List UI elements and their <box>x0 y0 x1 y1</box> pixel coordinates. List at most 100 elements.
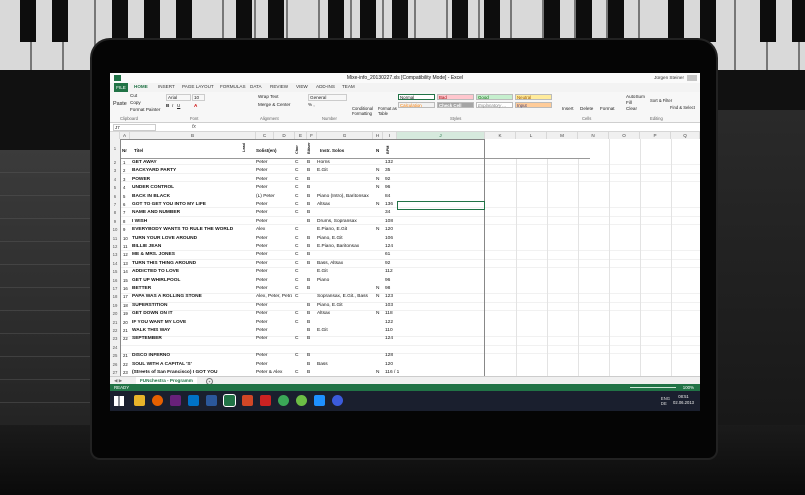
cell-bpm[interactable]: 128 <box>385 352 399 361</box>
cell-choir[interactable]: C <box>295 251 301 260</box>
cell-soloist[interactable]: Peter <box>256 361 292 370</box>
cell-title[interactable]: POWER <box>132 176 252 185</box>
cell-title[interactable]: PAPA WAS A ROLLING STONE <box>132 293 252 302</box>
row-header[interactable]: 11 <box>110 236 120 241</box>
cell-bpm[interactable]: 122 <box>385 319 399 328</box>
row-header[interactable]: 25 <box>110 353 120 358</box>
row-header[interactable]: 16 <box>110 278 120 283</box>
blue-app-icon[interactable] <box>332 395 343 406</box>
style-neutral[interactable]: Neutral <box>515 94 552 100</box>
col-header-c[interactable]: C <box>256 132 274 139</box>
cell-number[interactable]: 2 <box>123 167 129 176</box>
cell-number[interactable]: 18 <box>123 302 129 311</box>
delete-cells-button[interactable]: Delete <box>580 106 593 111</box>
merge-center-button[interactable]: Merge & Center <box>258 102 290 107</box>
cell-soloist[interactable]: Peter <box>256 218 292 227</box>
row-header[interactable]: 20 <box>110 311 120 316</box>
cell-soloist[interactable]: Peter <box>256 327 292 336</box>
table-row[interactable]: 23 (Streets of San Francisco) I GOT YOU Pe… <box>120 369 590 378</box>
row-header[interactable]: 4 <box>110 177 120 182</box>
cell-choir[interactable]: C <box>295 226 301 235</box>
autosum-button[interactable]: AutoSum <box>626 94 645 99</box>
tab-file[interactable]: FILE <box>114 83 128 92</box>
table-row[interactable]: 21 WALK THIS WAY Peter B E.Git 110 <box>120 327 590 336</box>
cell-number[interactable]: 20 <box>123 319 129 328</box>
cell-brass[interactable]: B <box>307 327 313 336</box>
cell-title[interactable]: DISCO INFERNO <box>132 352 252 361</box>
row-header[interactable]: 14 <box>110 261 120 266</box>
cell-brass[interactable]: B <box>307 193 313 202</box>
row-header[interactable]: 9 <box>110 219 120 224</box>
cell-bpm[interactable]: 120 <box>385 226 399 235</box>
cell-bpm[interactable]: 120 <box>385 361 399 370</box>
cell-choir[interactable]: C <box>295 335 301 344</box>
cell-bpm[interactable]: 108 <box>385 218 399 227</box>
style-check-cell[interactable]: Check Cell <box>437 102 474 108</box>
cell-bpm[interactable]: 35 <box>385 167 399 176</box>
row-header[interactable]: 3 <box>110 168 120 173</box>
percent-icon[interactable]: % , <box>308 102 315 107</box>
cell-instr-solos[interactable]: Sopransax, E.Git., Bass <box>317 293 373 302</box>
format-cells-button[interactable]: Format <box>600 106 615 111</box>
col-header-g[interactable]: G <box>317 132 373 139</box>
cell-instr-solos[interactable]: Piano, E.Git <box>317 302 373 311</box>
cell-title[interactable]: ME & MRS. JONES <box>132 251 252 260</box>
cell-brass[interactable]: B <box>307 235 313 244</box>
excel-taskbar-icon[interactable] <box>223 394 236 407</box>
cell-soloist[interactable]: Peter <box>256 184 292 193</box>
cell-instr-solos[interactable]: Piano, E.Git <box>317 235 373 244</box>
cell-n[interactable]: N <box>376 285 382 294</box>
cell-choir[interactable]: C <box>295 193 301 202</box>
table-row[interactable]: 9 EVERYBODY WANTS TO RULE THE WORLD Alex C E… <box>120 226 590 235</box>
cell-soloist[interactable]: Peter <box>256 260 292 269</box>
visual-studio-icon[interactable] <box>170 395 181 406</box>
table-row[interactable]: 10 TURN YOUR LOVE AROUND Peter C B Piano, E.G… <box>120 235 590 244</box>
table-row[interactable]: 14 ADDICTED TO LOVE Peter C E.Git 112 <box>120 268 590 277</box>
cell-number[interactable]: 11 <box>123 243 129 252</box>
cell-choir[interactable]: C <box>295 352 301 361</box>
table-row[interactable]: 8I WISH Peter B Drums, Sopransax 108 <box>120 218 590 227</box>
row-header[interactable]: 15 <box>110 269 120 274</box>
cell-number[interactable]: 21 <box>123 327 129 336</box>
cell-number[interactable]: 7 <box>123 209 129 218</box>
col-header-b[interactable]: B <box>130 132 256 139</box>
cell-title[interactable]: TURN YOUR LOVE AROUND <box>132 235 252 244</box>
tab-formulas[interactable]: FORMULAS <box>220 84 246 89</box>
cell-title[interactable]: GET UP WHIRLPOOL <box>132 277 252 286</box>
cell-bpm[interactable]: 110 <box>385 327 399 336</box>
font-color-icon[interactable]: A <box>194 103 197 108</box>
cell-soloist[interactable]: Peter <box>256 335 292 344</box>
cell-number[interactable]: 19 <box>123 310 129 319</box>
cell-bpm[interactable]: 123 <box>385 293 399 302</box>
cell-choir[interactable]: C <box>295 201 301 210</box>
cell-number[interactable]: 22 <box>123 361 129 370</box>
cell-soloist[interactable]: Peter <box>256 176 292 185</box>
cell-brass[interactable]: B <box>307 243 313 252</box>
cell-brass[interactable]: B <box>307 335 313 344</box>
cell-soloist[interactable]: Peter <box>256 285 292 294</box>
cell-number[interactable]: 6 <box>123 201 129 210</box>
cell-number[interactable]: 5 <box>123 193 129 202</box>
cell-n[interactable]: N <box>376 293 382 302</box>
tab-team[interactable]: TEAM <box>342 84 355 89</box>
cell-title[interactable]: SOUL WITH A CAPITAL 'S' <box>132 361 252 370</box>
tab-view[interactable]: VIEW <box>296 84 308 89</box>
zoom-slider[interactable] <box>630 387 676 388</box>
paste-button[interactable]: Paste <box>113 101 127 107</box>
word-icon[interactable] <box>206 395 217 406</box>
cell-soloist[interactable]: Peter <box>256 302 292 311</box>
cell-title[interactable]: BACKYARD PARTY <box>132 167 252 176</box>
cell-instr-solos[interactable]: Piano <box>317 277 373 286</box>
outlook-icon[interactable] <box>188 395 199 406</box>
style-calculation[interactable]: Calculation <box>398 102 435 108</box>
cell-brass[interactable]: B <box>307 184 313 193</box>
table-row[interactable]: 5 BACK IN BLACK (L) Peter C B Piano (Intro), … <box>120 193 590 202</box>
cell-n[interactable]: N <box>376 369 382 378</box>
fx-icon[interactable]: fx <box>192 124 196 130</box>
row-header[interactable]: 6 <box>110 194 120 199</box>
tab-insert[interactable]: INSERT <box>158 84 175 89</box>
cell-title[interactable]: (Streets of San Francisco) I GOT YOU <box>132 369 252 378</box>
cell-brass[interactable]: B <box>307 176 313 185</box>
cell-number[interactable]: 3 <box>123 176 129 185</box>
cell-n[interactable]: N <box>376 184 382 193</box>
